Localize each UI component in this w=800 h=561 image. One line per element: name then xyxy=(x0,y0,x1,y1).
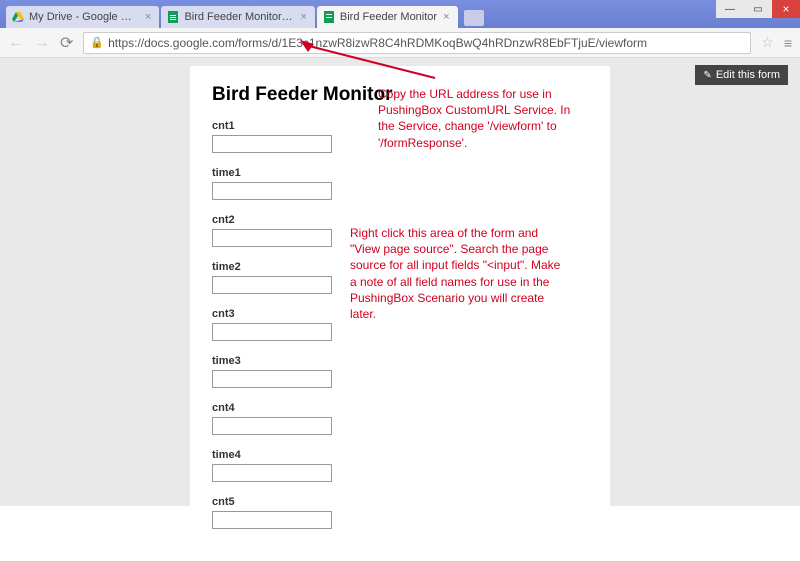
form-field: time3 xyxy=(212,355,588,388)
reload-button[interactable]: ⟳ xyxy=(60,33,73,53)
url-input[interactable]: 🔒 https://docs.google.com/forms/d/1E3c1n… xyxy=(83,32,751,54)
field-input-time3[interactable] xyxy=(212,370,332,388)
field-input-time1[interactable] xyxy=(212,182,332,200)
annotation-url: Copy the URL address for use in PushingB… xyxy=(378,86,588,151)
lock-icon: 🔒 xyxy=(90,36,104,49)
form-field: cnt4 xyxy=(212,402,588,435)
sheets-icon xyxy=(167,11,179,23)
form-field: time4 xyxy=(212,449,588,482)
field-input-cnt3[interactable] xyxy=(212,323,332,341)
tab-sheet[interactable]: Bird Feeder Monitor - Goo × xyxy=(161,6,314,28)
edit-form-label: Edit this form xyxy=(716,69,780,81)
field-input-cnt5[interactable] xyxy=(212,511,332,529)
field-label: time4 xyxy=(212,449,588,461)
tab-close-icon[interactable]: × xyxy=(300,11,306,23)
drive-icon xyxy=(12,11,24,23)
back-button[interactable]: ← xyxy=(8,34,24,52)
window-controls: — ▭ × xyxy=(716,0,800,18)
form-field: time1 xyxy=(212,167,588,200)
tab-close-icon[interactable]: × xyxy=(145,11,151,23)
field-input-cnt2[interactable] xyxy=(212,229,332,247)
field-label: time3 xyxy=(212,355,588,367)
new-tab-button[interactable] xyxy=(464,10,484,26)
pencil-icon: ✎ xyxy=(703,70,711,81)
edit-form-button[interactable]: ✎ Edit this form xyxy=(695,65,788,85)
field-label: cnt5 xyxy=(212,496,588,508)
forms-icon xyxy=(323,11,335,23)
field-label: cnt4 xyxy=(212,402,588,414)
tab-title: Bird Feeder Monitor xyxy=(340,11,437,23)
chrome-menu-icon[interactable]: ≡ xyxy=(784,35,792,51)
field-input-time4[interactable] xyxy=(212,464,332,482)
tab-form[interactable]: Bird Feeder Monitor × xyxy=(317,6,458,28)
field-input-cnt4[interactable] xyxy=(212,417,332,435)
annotation-source: Right click this area of the form and "V… xyxy=(350,225,570,322)
forward-button[interactable]: → xyxy=(34,34,50,52)
url-text: https://docs.google.com/forms/d/1E3c1nzw… xyxy=(108,36,647,50)
bookmark-star-icon[interactable]: ☆ xyxy=(761,34,774,51)
tab-strip: My Drive - Google Drive × Bird Feeder Mo… xyxy=(0,0,800,28)
tab-title: Bird Feeder Monitor - Goo xyxy=(184,11,294,23)
tab-close-icon[interactable]: × xyxy=(443,11,449,23)
window-close-button[interactable]: × xyxy=(772,0,800,18)
form-field: cnt5 xyxy=(212,496,588,529)
field-label: time1 xyxy=(212,167,588,179)
tab-drive[interactable]: My Drive - Google Drive × xyxy=(6,6,159,28)
maximize-button[interactable]: ▭ xyxy=(744,0,772,18)
field-input-cnt1[interactable] xyxy=(212,135,332,153)
field-input-time2[interactable] xyxy=(212,276,332,294)
minimize-button[interactable]: — xyxy=(716,0,744,18)
tab-title: My Drive - Google Drive xyxy=(29,11,139,23)
address-bar: ← → ⟳ 🔒 https://docs.google.com/forms/d/… xyxy=(0,28,800,58)
